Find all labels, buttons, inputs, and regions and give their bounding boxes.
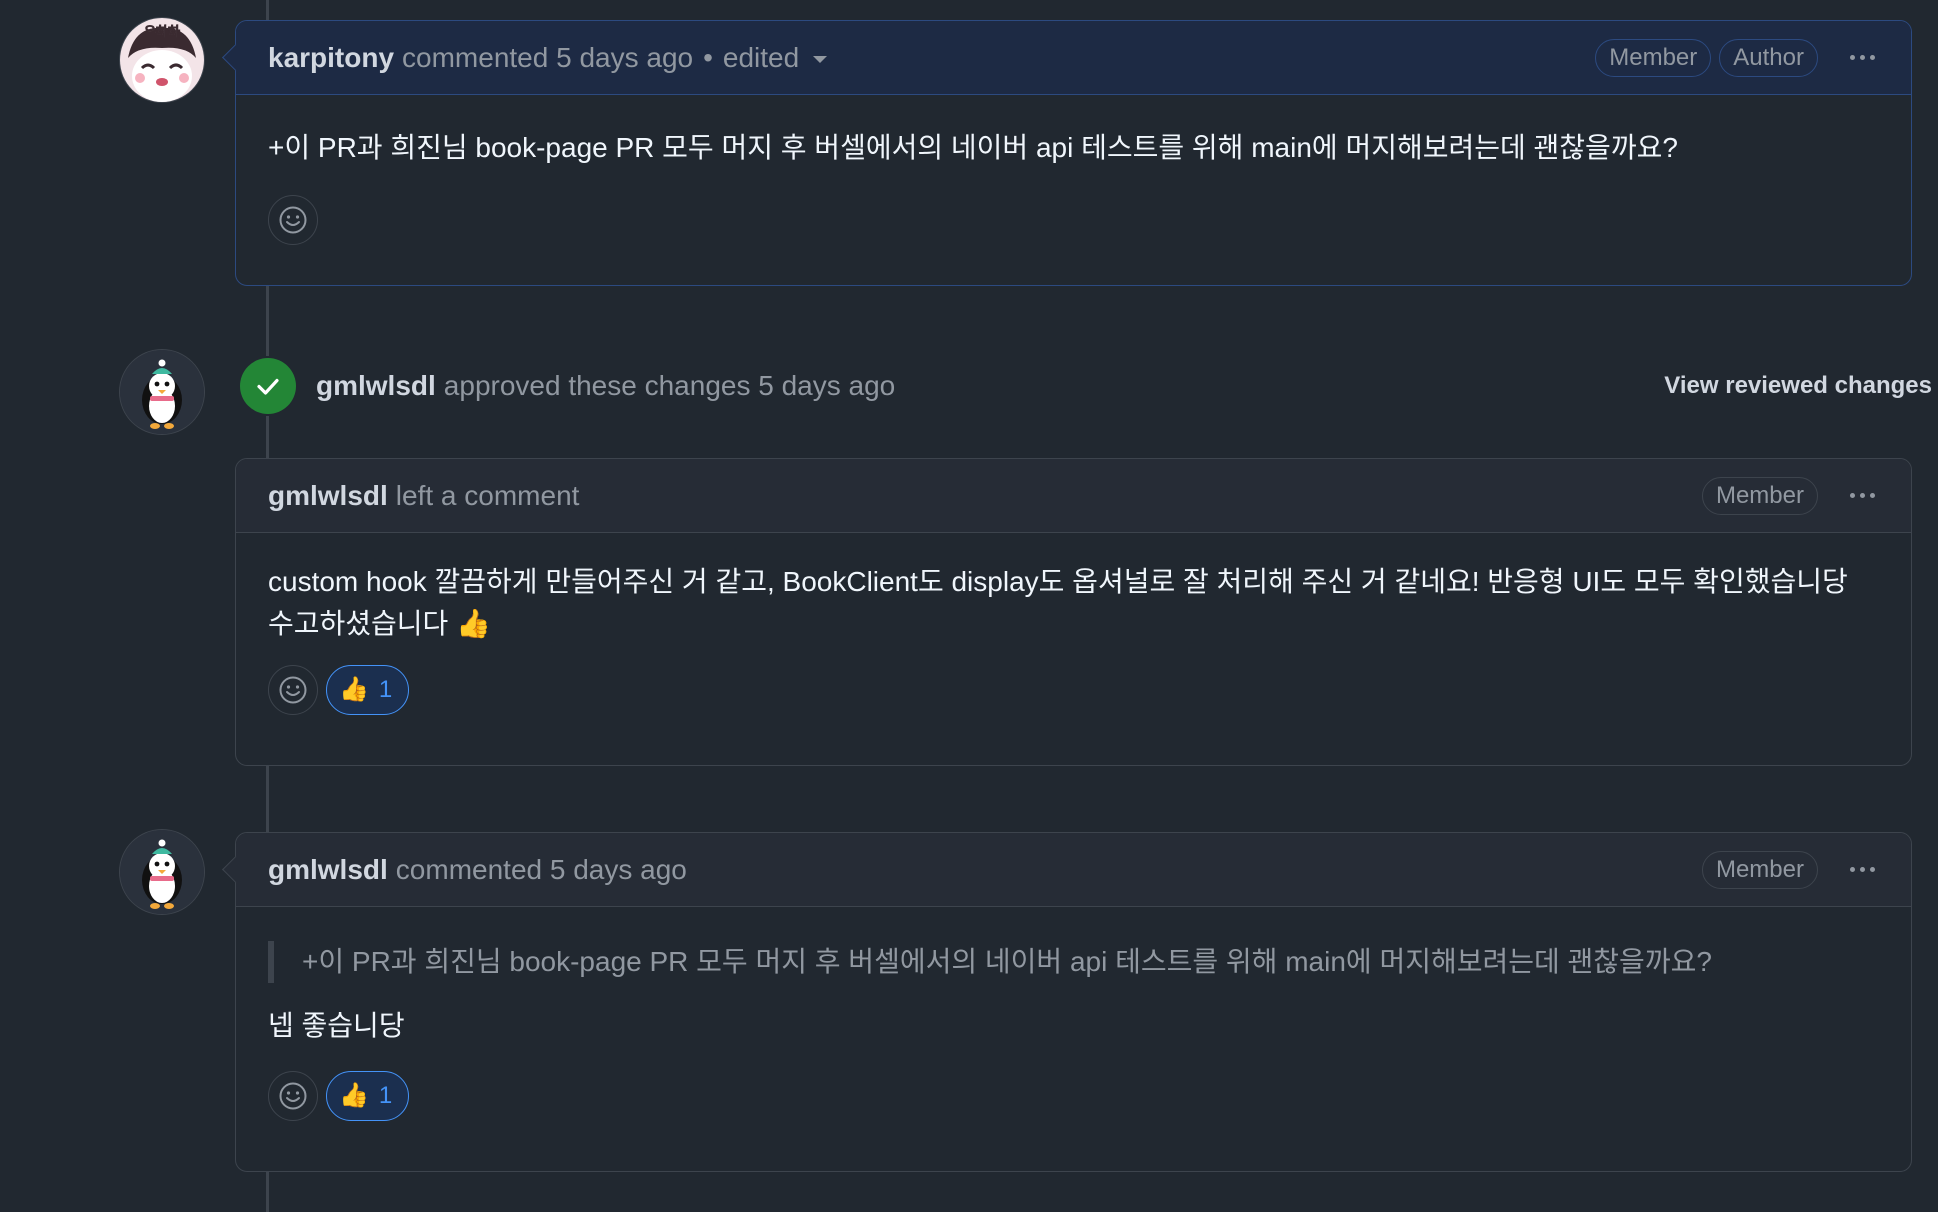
timeline-line <box>266 286 269 356</box>
comment-action[interactable]: commented 5 days ago <box>396 854 687 886</box>
add-reaction-button[interactable] <box>268 195 318 245</box>
member-badge: Member <box>1701 850 1818 889</box>
comment-box-gmlwlsdl: gmlwlsdl commented 5 days ago Member +이 … <box>222 832 1912 1172</box>
kebab-horizontal-icon[interactable] <box>1846 487 1879 504</box>
author-badge: Author <box>1719 38 1818 77</box>
approved-badge <box>240 358 296 414</box>
avatar-gmlwlsdl[interactable] <box>120 830 204 914</box>
thumbs-up-icon: 👍 <box>339 676 369 703</box>
timeline-line <box>266 416 269 458</box>
comment-action[interactable]: commented 5 days ago <box>402 42 693 74</box>
comment-text: 넵 좋습니당 <box>268 1010 405 1041</box>
avatar-gmlwlsdl[interactable] <box>120 350 204 434</box>
view-reviewed-changes-link[interactable]: View reviewed changes <box>1664 372 1932 400</box>
thumbs-up-reaction[interactable]: 👍 1 <box>326 1071 410 1121</box>
timeline-line <box>266 0 269 20</box>
comment-author[interactable]: gmlwlsdl <box>268 480 388 512</box>
thumbs-up-reaction[interactable]: 👍 1 <box>326 665 410 715</box>
kebab-horizontal-icon[interactable] <box>1846 49 1879 66</box>
review-comment-box: gmlwlsdl left a comment Member custom ho… <box>235 458 1912 766</box>
reaction-count: 1 <box>378 676 393 703</box>
triangle-down-icon[interactable] <box>813 56 828 63</box>
smiley-icon <box>279 676 307 704</box>
quoted-reply: +이 PR과 희진님 book-page PR 모두 머지 후 버셀에서의 네이… <box>268 941 1879 983</box>
timeline-line <box>266 766 269 832</box>
comment-author[interactable]: gmlwlsdl <box>268 854 388 886</box>
reaction-count: 1 <box>378 1082 393 1109</box>
member-badge: Member <box>1701 476 1818 515</box>
member-badge: Member <box>1595 38 1712 77</box>
kebab-horizontal-icon[interactable] <box>1846 861 1879 878</box>
comment-action: left a comment <box>395 479 580 511</box>
svg-text:우하하: 우하하 <box>144 24 180 40</box>
separator-dot: • <box>703 41 713 73</box>
check-icon <box>257 378 279 395</box>
comment-header: gmlwlsdl commented 5 days ago Member <box>236 833 1911 907</box>
review-action[interactable]: approved these changes 5 days ago <box>444 370 895 402</box>
review-event: gmlwlsdl approved these changes 5 days a… <box>240 356 1932 416</box>
comment-header: gmlwlsdl left a comment Member <box>236 459 1911 533</box>
comment-text: +이 PR과 희진님 book-page PR 모두 머지 후 버셀에서의 네이… <box>268 132 1678 163</box>
comment-text: custom hook 깔끔하게 만들어주신 거 같고, BookClient도… <box>268 566 1848 639</box>
review-author[interactable]: gmlwlsdl <box>316 370 436 402</box>
comment-body: +이 PR과 희진님 book-page PR 모두 머지 후 버셀에서의 네이… <box>236 95 1911 273</box>
timeline-line <box>266 1172 269 1212</box>
add-reaction-button[interactable] <box>268 1071 318 1121</box>
comment-body: custom hook 깔끔하게 만들어주신 거 같고, BookClient도… <box>236 533 1911 743</box>
comment-box-karpitony: karpitony commented 5 days ago • edited … <box>222 20 1912 286</box>
thumbs-up-icon: 👍 <box>339 1082 369 1109</box>
comment-header: karpitony commented 5 days ago • edited … <box>236 21 1911 95</box>
avatar-karpitony[interactable]: 우하하 <box>120 18 204 102</box>
add-reaction-button[interactable] <box>268 665 318 715</box>
edited-label[interactable]: edited <box>723 42 799 74</box>
comment-author[interactable]: karpitony <box>268 42 394 74</box>
smiley-icon <box>279 1082 307 1110</box>
comment-body: +이 PR과 희진님 book-page PR 모두 머지 후 버셀에서의 네이… <box>236 907 1911 1149</box>
smiley-icon <box>279 206 307 234</box>
